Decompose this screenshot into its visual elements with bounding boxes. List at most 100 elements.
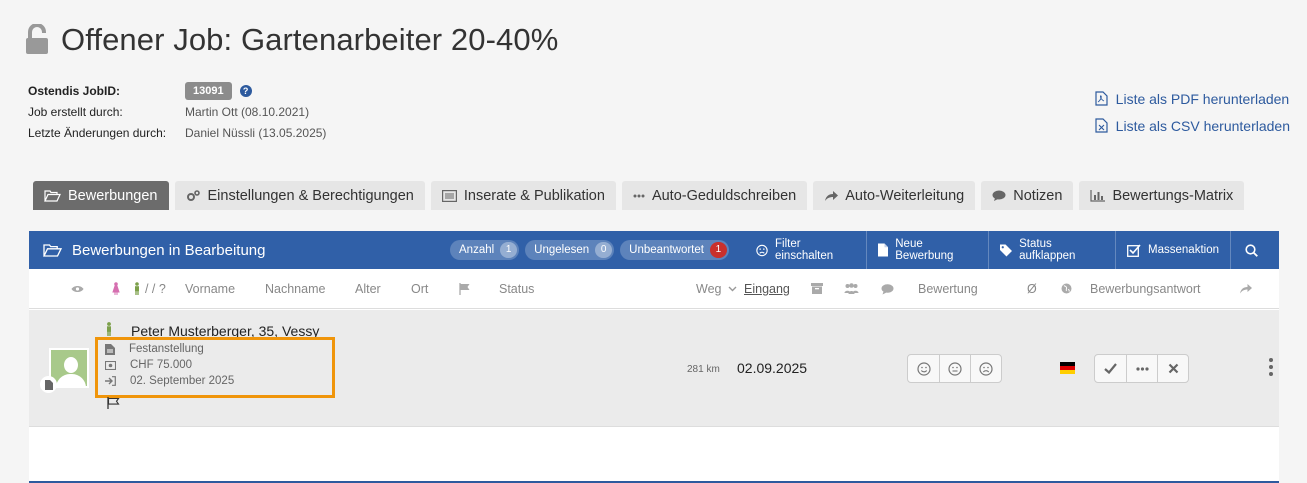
- filter-button[interactable]: Filter einschalten: [745, 231, 866, 269]
- col-avg[interactable]: Ø: [1027, 282, 1037, 296]
- applications-panel: Bewerbungen in Bearbeitung Anzahl 1 Unge…: [29, 231, 1279, 483]
- eye-icon: [71, 286, 84, 292]
- mass-action-button[interactable]: Massenaktion: [1115, 231, 1230, 269]
- download-csv-link[interactable]: Liste als CSV herunterladen: [1095, 112, 1290, 139]
- tab-auto-weiterleitung[interactable]: Auto-Weiterleitung: [813, 181, 976, 210]
- help-icon[interactable]: ?: [239, 84, 252, 97]
- col-bewertung[interactable]: Bewertung: [918, 282, 978, 296]
- tab-bewertungs-matrix[interactable]: Bewertungs-Matrix: [1079, 181, 1245, 210]
- counter-anzahl: Anzahl 1: [450, 240, 520, 260]
- check-square-icon: [1127, 243, 1141, 257]
- tab-notizen[interactable]: Notizen: [981, 181, 1074, 210]
- counter-value: 1: [500, 242, 518, 258]
- counters: Anzahl 1 Ungelesen 0 Unbeantwortet 1: [450, 240, 735, 260]
- column-header: / / ? Vorname Nachname Alter Ort Status …: [29, 269, 1279, 309]
- rate-good-button[interactable]: [908, 355, 939, 382]
- ellipsis-icon: [633, 194, 645, 197]
- tab-inserate[interactable]: Inserate & Publikation: [430, 181, 616, 210]
- new-application-button[interactable]: Neue Bewerbung: [866, 231, 988, 269]
- created-label: Job erstellt durch:: [28, 104, 123, 119]
- more-options-icon[interactable]: [1269, 358, 1273, 376]
- tab-label: Auto-Weiterleitung: [845, 187, 965, 204]
- mass-action-label: Massenaktion: [1148, 244, 1219, 256]
- tab-einstellungen[interactable]: Einstellungen & Berechtigungen: [174, 181, 425, 210]
- counter-value: 1: [709, 242, 727, 258]
- col-status[interactable]: Status: [499, 282, 534, 296]
- archive-icon[interactable]: [811, 283, 823, 294]
- comment-icon[interactable]: [881, 284, 894, 295]
- changed-value: Daniel Nüssli (13.05.2025): [185, 125, 327, 140]
- rate-neutral-button[interactable]: [939, 355, 970, 382]
- pending-button[interactable]: [1126, 355, 1157, 382]
- file-text-icon: [105, 343, 115, 355]
- tab-label: Bewertungs-Matrix: [1112, 187, 1234, 204]
- female-icon: [112, 282, 120, 295]
- search-button[interactable]: [1230, 231, 1279, 269]
- flag-outline-icon[interactable]: [107, 397, 121, 409]
- status-expand-button[interactable]: Status aufklappen: [988, 231, 1115, 269]
- start-date: 02. September 2025: [130, 375, 235, 387]
- rate-bad-button[interactable]: [970, 355, 1001, 382]
- meta-jobid: Ostendis JobID: 13091 ?: [28, 80, 326, 101]
- employment-type: Festanstellung: [129, 343, 204, 355]
- col-nachname[interactable]: Nachname: [265, 282, 325, 296]
- col-weg[interactable]: Weg: [696, 282, 721, 296]
- frown-icon: [979, 361, 993, 376]
- detail-employment: Festanstellung: [105, 343, 204, 355]
- col-antwort[interactable]: Bewerbungsantwort: [1090, 282, 1200, 296]
- document-icon[interactable]: [40, 376, 57, 393]
- counter-ungelesen: Ungelesen 0: [525, 240, 615, 260]
- tab-auto-geduldschreiben[interactable]: Auto-Geduldschreiben: [621, 181, 808, 210]
- received-date: 02.09.2025: [737, 360, 808, 376]
- table-row[interactable]: Peter Musterberger, 35, Vessy Festanstel…: [29, 310, 1279, 427]
- col-gender[interactable]: / / ?: [112, 282, 166, 296]
- tab-label: Inserate & Publikation: [463, 187, 605, 204]
- flag-icon[interactable]: [459, 283, 470, 295]
- meh-icon: [948, 361, 962, 376]
- ellipsis-icon: [1135, 366, 1149, 371]
- share-icon[interactable]: [1239, 283, 1252, 294]
- file-icon: [878, 243, 889, 257]
- download-pdf-link[interactable]: Liste als PDF herunterladen: [1095, 85, 1290, 112]
- distance: 281 km: [687, 364, 720, 375]
- download-csv-label: Liste als CSV herunterladen: [1115, 117, 1290, 134]
- folder-open-icon: [43, 244, 62, 257]
- col-ort[interactable]: Ort: [411, 282, 428, 296]
- salary: CHF 75.000: [130, 359, 193, 371]
- meta-created: Job erstellt durch: Martin Ott (08.10.20…: [28, 101, 326, 122]
- filter-label: Filter einschalten: [774, 238, 834, 262]
- panel-header: Bewerbungen in Bearbeitung Anzahl 1 Unge…: [29, 231, 1279, 269]
- col-vorname[interactable]: Vorname: [185, 282, 235, 296]
- jobid-label: Ostendis JobID:: [28, 83, 121, 98]
- unlock-icon: [26, 24, 48, 54]
- job-meta: Ostendis JobID: 13091 ? Job erstellt dur…: [28, 80, 326, 143]
- globe-icon[interactable]: [1061, 283, 1072, 294]
- close-icon: [1168, 363, 1178, 374]
- col-alter[interactable]: Alter: [355, 282, 381, 296]
- reject-button[interactable]: [1157, 355, 1188, 382]
- new-application-label: Neue Bewerbung: [895, 238, 954, 262]
- tab-label: Einstellungen & Berechtigungen: [207, 187, 414, 204]
- accept-button[interactable]: [1095, 355, 1126, 382]
- downloads: Liste als PDF herunterladen Liste als CS…: [1095, 85, 1290, 139]
- page-header: Offener Job: Gartenarbeiter 20-40%: [26, 22, 558, 58]
- detail-salary: CHF 75.000: [105, 359, 192, 371]
- tab-bar: Bewerbungen Einstellungen & Berechtigung…: [33, 181, 1250, 210]
- col-eingang[interactable]: Eingang: [744, 282, 790, 296]
- users-icon[interactable]: [844, 283, 859, 294]
- tab-bewerbungen[interactable]: Bewerbungen: [33, 181, 169, 210]
- counter-label: Anzahl: [459, 244, 495, 256]
- chevron-down-icon[interactable]: [728, 286, 737, 292]
- panel-actions: Filter einschalten Neue Bewerbung Status…: [745, 231, 1279, 269]
- money-icon: [105, 360, 116, 370]
- check-icon: [1104, 363, 1117, 374]
- status-expand-label: Status aufklappen: [1019, 238, 1076, 262]
- panel-title: Bewerbungen in Bearbeitung: [29, 242, 265, 259]
- search-icon: [1245, 243, 1258, 257]
- response-buttons: [1094, 354, 1189, 383]
- smile-icon: [916, 361, 931, 376]
- male-icon: [135, 282, 140, 295]
- comment-icon: [992, 190, 1006, 201]
- male-icon: [107, 322, 111, 336]
- cogs-icon: [186, 190, 200, 201]
